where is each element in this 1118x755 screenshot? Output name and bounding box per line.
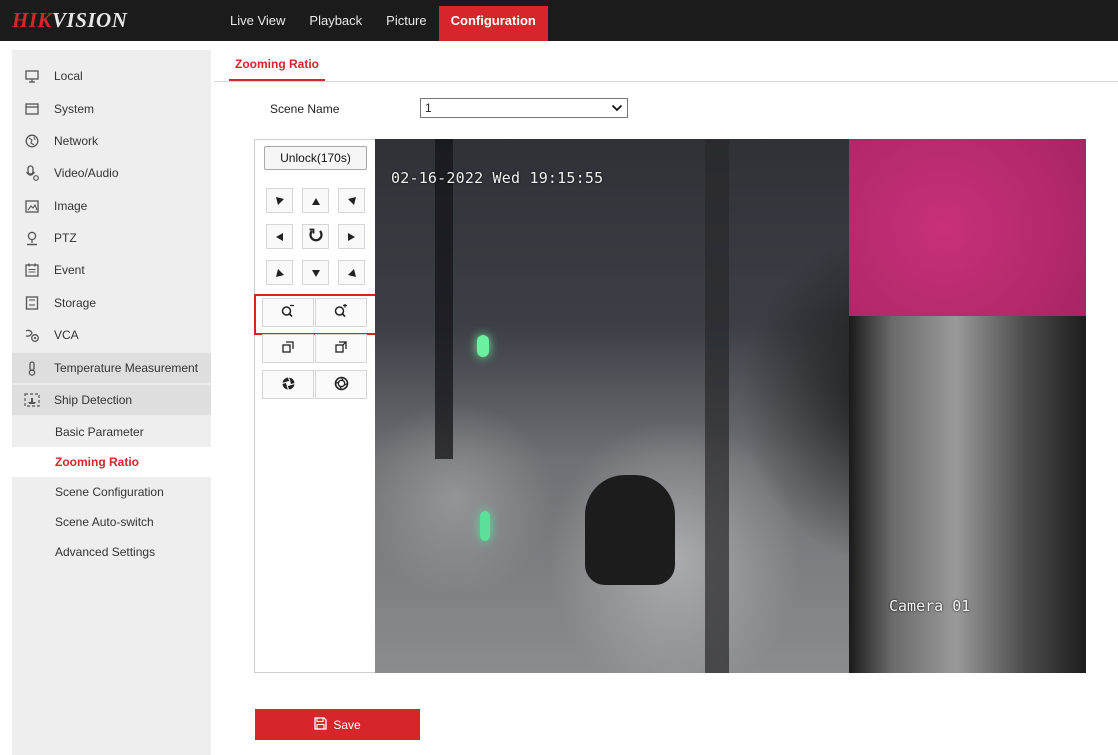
ptz-icon bbox=[24, 230, 40, 246]
ptz-down-button[interactable] bbox=[302, 260, 329, 285]
sidebar-item-label: System bbox=[54, 102, 95, 116]
focus-near-button[interactable] bbox=[262, 334, 314, 363]
mic-icon bbox=[24, 165, 40, 181]
ptz-auto-button[interactable] bbox=[302, 224, 329, 249]
video-scene-detail bbox=[849, 316, 1086, 673]
chevron-down-icon bbox=[611, 101, 623, 119]
ptz-up-button[interactable] bbox=[302, 188, 329, 213]
arrow-up-left-icon bbox=[275, 194, 284, 208]
hikvision-logo: HIKVISION bbox=[12, 8, 128, 32]
sidebar-item-vca[interactable]: VCA bbox=[12, 320, 211, 350]
sidebar-item-local[interactable]: Local bbox=[12, 61, 211, 91]
video-scene-detail bbox=[585, 475, 675, 585]
ptz-panel bbox=[254, 139, 376, 673]
sidebar-item-label: Network bbox=[54, 134, 99, 148]
focus-near-icon bbox=[281, 340, 295, 357]
unlock-button[interactable]: Unlock(170s) bbox=[264, 146, 367, 170]
arrow-down-icon bbox=[311, 266, 320, 280]
arrow-left-icon bbox=[276, 230, 283, 244]
sidebar-item-label: Local bbox=[54, 69, 83, 83]
live-video-view[interactable]: 02-16-2022 Wed 19:15:55 Camera 01 bbox=[375, 139, 1086, 673]
arrow-up-right-icon bbox=[347, 194, 356, 208]
storage-icon bbox=[24, 295, 40, 311]
tab-live-view[interactable]: Live View bbox=[218, 6, 297, 41]
save-label: Save bbox=[333, 717, 361, 732]
monitor-icon bbox=[24, 68, 40, 84]
thermometer-icon bbox=[24, 360, 40, 376]
scene-name-value: 1 bbox=[425, 101, 432, 115]
save-icon bbox=[314, 716, 327, 733]
system-icon bbox=[24, 101, 40, 117]
ptz-right-button[interactable] bbox=[338, 224, 365, 249]
sidebar-item-label: Image bbox=[54, 199, 88, 213]
sidebar-item-storage[interactable]: Storage bbox=[12, 288, 211, 318]
vca-icon bbox=[24, 327, 40, 343]
arrow-down-left-icon bbox=[275, 266, 284, 280]
sidebar: Local System Network Video/Audio Image P… bbox=[12, 50, 211, 755]
sidebar-item-ship-detection[interactable]: Ship Detection bbox=[12, 385, 211, 415]
scene-name-label: Scene Name bbox=[270, 102, 340, 116]
thermal-overlay bbox=[849, 139, 1086, 316]
video-scene-detail bbox=[477, 335, 489, 357]
ptz-down-left-button[interactable] bbox=[266, 260, 293, 285]
arrow-up-icon bbox=[311, 194, 320, 208]
video-scene-detail bbox=[705, 139, 729, 673]
sidebar-item-network[interactable]: Network bbox=[12, 126, 211, 156]
tab-zooming-ratio[interactable]: Zooming Ratio bbox=[229, 55, 325, 81]
focus-far-icon bbox=[334, 340, 348, 357]
iris-open-button[interactable] bbox=[262, 370, 314, 399]
sidebar-subitem-scene-auto-switch[interactable]: Scene Auto-switch bbox=[12, 507, 211, 537]
sidebar-item-label: VCA bbox=[54, 328, 79, 342]
tab-divider bbox=[214, 81, 1118, 82]
sidebar-item-event[interactable]: Event bbox=[12, 255, 211, 285]
sidebar-item-image[interactable]: Image bbox=[12, 191, 211, 221]
top-bar: HIKVISION Live View Playback Picture Con… bbox=[0, 0, 1118, 41]
tab-playback[interactable]: Playback bbox=[297, 6, 374, 41]
video-scene-detail bbox=[480, 511, 490, 541]
save-button[interactable]: Save bbox=[255, 709, 420, 740]
iris-close-icon bbox=[334, 376, 349, 394]
rotate-icon bbox=[308, 227, 324, 246]
sidebar-item-label: Event bbox=[54, 263, 85, 277]
sidebar-item-system[interactable]: System bbox=[12, 94, 211, 124]
sidebar-item-video-audio[interactable]: Video/Audio bbox=[12, 158, 211, 188]
osd-camera-name: Camera 01 bbox=[889, 597, 971, 615]
sidebar-subitem-zooming-ratio[interactable]: Zooming Ratio bbox=[12, 447, 211, 477]
video-scene-detail bbox=[435, 139, 453, 459]
sidebar-subitem-scene-configuration[interactable]: Scene Configuration bbox=[12, 477, 211, 507]
tab-configuration[interactable]: Configuration bbox=[438, 6, 548, 41]
top-nav: Live View Playback Picture Configuration bbox=[218, 6, 548, 41]
arrow-down-right-icon bbox=[347, 266, 356, 280]
ptz-left-button[interactable] bbox=[266, 224, 293, 249]
sidebar-item-label: Storage bbox=[54, 296, 97, 310]
ptz-up-right-button[interactable] bbox=[338, 188, 365, 213]
sidebar-item-label: Temperature Measurement bbox=[54, 361, 199, 375]
network-icon bbox=[24, 133, 40, 149]
tab-picture[interactable]: Picture bbox=[374, 6, 438, 41]
image-icon bbox=[24, 198, 40, 214]
sidebar-item-temperature-measurement[interactable]: Temperature Measurement bbox=[12, 353, 211, 383]
ptz-down-right-button[interactable] bbox=[338, 260, 365, 285]
ptz-up-left-button[interactable] bbox=[266, 188, 293, 213]
sidebar-item-label: Ship Detection bbox=[54, 393, 133, 407]
zoom-highlight-box bbox=[254, 294, 390, 335]
ship-icon bbox=[24, 392, 40, 408]
sidebar-item-label: PTZ bbox=[54, 231, 77, 245]
sidebar-subitem-basic-parameter[interactable]: Basic Parameter bbox=[12, 417, 211, 447]
arrow-right-icon bbox=[348, 230, 355, 244]
sidebar-item-ptz[interactable]: PTZ bbox=[12, 223, 211, 253]
focus-far-button[interactable] bbox=[315, 334, 367, 363]
osd-timestamp: 02-16-2022 Wed 19:15:55 bbox=[391, 169, 604, 187]
iris-open-icon bbox=[281, 376, 296, 394]
scene-name-select[interactable]: 1 bbox=[420, 98, 628, 118]
sidebar-subitem-advanced-settings[interactable]: Advanced Settings bbox=[12, 537, 211, 567]
sidebar-item-label: Video/Audio bbox=[54, 166, 119, 180]
iris-close-button[interactable] bbox=[315, 370, 367, 399]
calendar-icon bbox=[24, 262, 40, 278]
